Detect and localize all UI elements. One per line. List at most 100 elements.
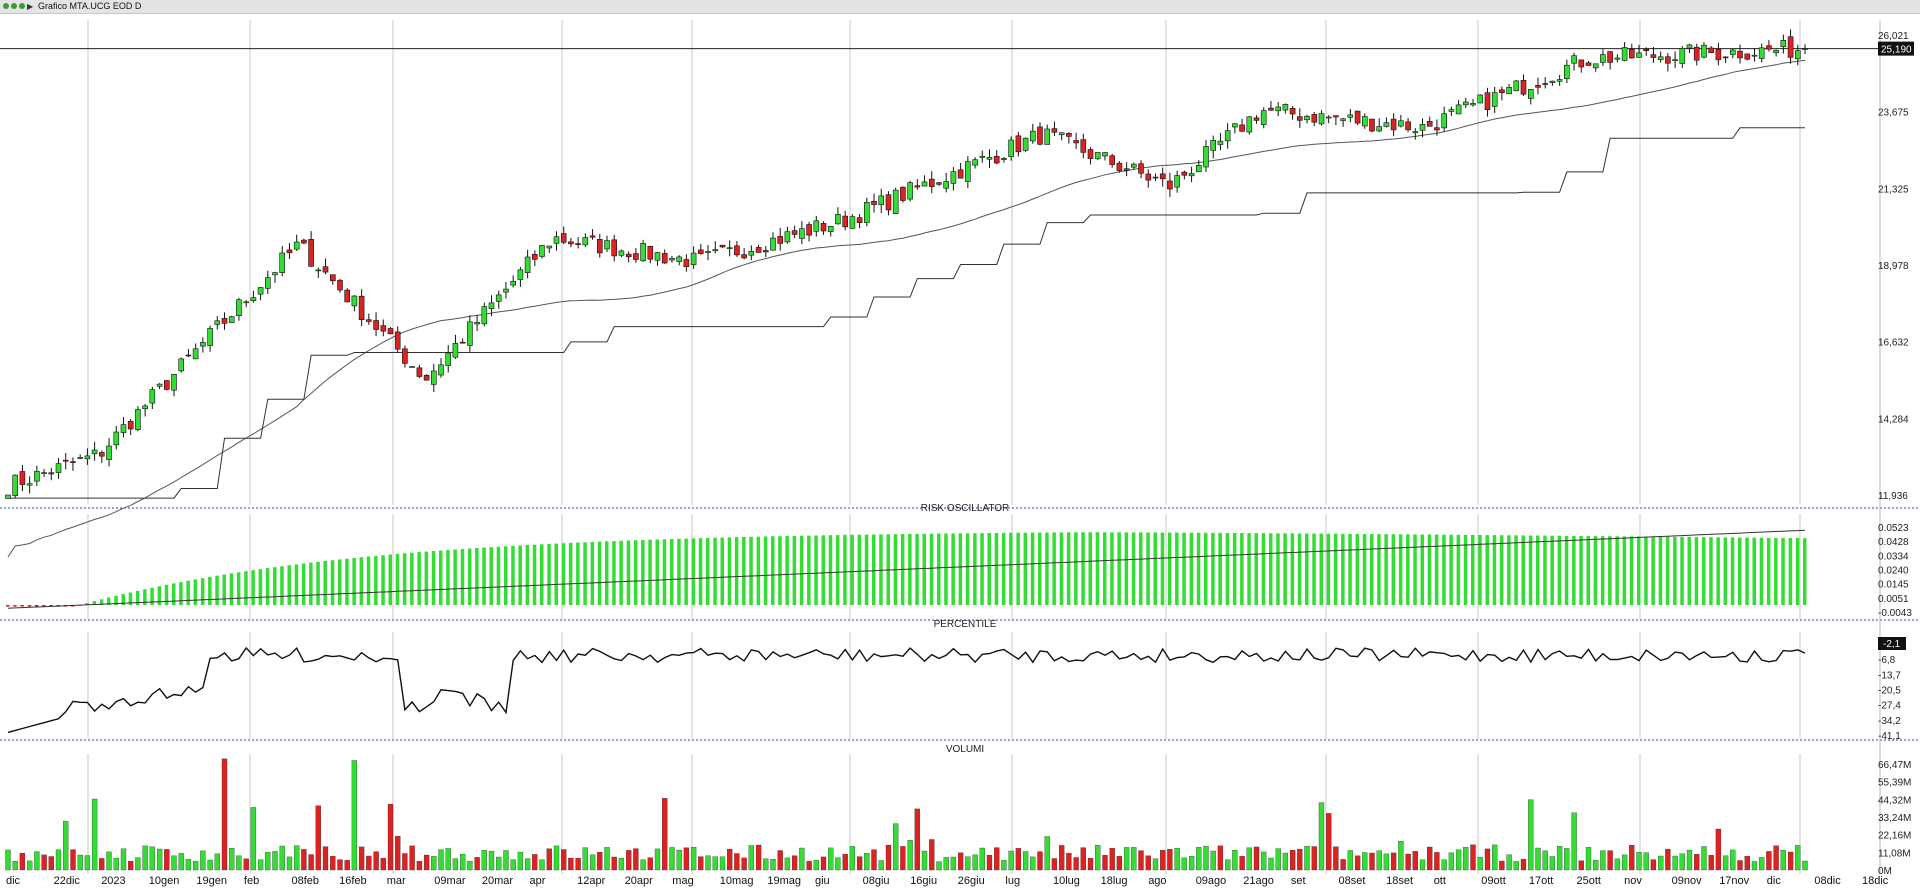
risk-bar	[944, 533, 948, 605]
volume-bar	[1102, 855, 1108, 871]
risk-bar	[1131, 532, 1136, 605]
volume-bar	[1600, 850, 1606, 871]
risk-bar	[1240, 533, 1244, 605]
x-axis-label: 10lug	[1053, 875, 1080, 887]
x-axis-label: 10mag	[720, 875, 754, 887]
candle-body	[1196, 165, 1202, 173]
volume-bar	[142, 845, 148, 871]
risk-bar	[1550, 535, 1554, 605]
volume-bar	[481, 850, 487, 871]
volume-bar	[1253, 846, 1260, 871]
volume-bar	[1275, 848, 1281, 871]
risk-bar	[929, 533, 934, 605]
x-axis-label: 10gen	[149, 875, 180, 887]
risk-bar	[1139, 532, 1143, 605]
x-axis-label: 12apr	[577, 875, 605, 887]
volume-bar	[1210, 850, 1216, 871]
candle-body	[1152, 176, 1159, 179]
risk-bar	[1269, 533, 1273, 606]
risk-bar	[34, 605, 39, 607]
volume-bar	[63, 821, 69, 871]
volume-bar	[1585, 847, 1592, 871]
candle-body	[214, 320, 221, 325]
volume-bar	[1008, 850, 1014, 871]
candle-body	[1758, 47, 1765, 59]
volume-bar	[171, 855, 177, 871]
arrow-icon[interactable]: ▶	[27, 2, 33, 11]
volume-bar	[1304, 846, 1310, 871]
risk-bar	[1572, 535, 1576, 605]
volume-bar	[1160, 850, 1166, 871]
candle-body	[1441, 113, 1447, 129]
x-axis-label: ago	[1148, 875, 1166, 887]
x-axis-label: 20apr	[625, 875, 653, 887]
volume-bar	[1116, 856, 1123, 871]
volume-bar	[524, 858, 531, 871]
candle-body	[1506, 87, 1512, 95]
x-axis-label: mar	[387, 875, 406, 887]
risk-bar	[13, 605, 17, 607]
volume-bar	[582, 847, 588, 871]
risk-bar	[511, 545, 515, 605]
volume-bar	[1614, 858, 1621, 871]
volume-bar	[972, 854, 978, 871]
risk-bar	[1189, 532, 1194, 605]
volume-bar	[1073, 857, 1079, 871]
candle-body	[806, 224, 812, 236]
candle-body	[1686, 44, 1693, 49]
volume-bar	[1022, 851, 1029, 871]
volume-bar	[1513, 861, 1519, 871]
maximize-icon[interactable]	[19, 3, 25, 9]
candle-body	[26, 483, 33, 486]
candle-body	[719, 244, 726, 248]
volume-bar	[791, 855, 798, 871]
close-icon[interactable]	[3, 3, 9, 9]
volume-bar	[395, 836, 401, 871]
candle-body	[185, 354, 192, 357]
x-axis-label: 2023	[101, 875, 125, 887]
risk-bar	[568, 542, 573, 605]
chart-canvas[interactable]: RISK OSCILLATOR PERCENTILE VOLUMI 26,021 23,…	[0, 13, 1920, 888]
volume-bar	[727, 849, 733, 871]
volume-bar	[48, 856, 54, 871]
risk-bar	[561, 543, 566, 605]
candle-body	[1564, 64, 1570, 79]
candle-body	[171, 373, 177, 391]
risk-bar	[1507, 535, 1511, 606]
candle-body	[1253, 117, 1260, 121]
candle-body	[993, 156, 1000, 164]
minimize-icon[interactable]	[11, 3, 17, 9]
volume-bar	[70, 849, 76, 871]
percentile-panel	[7, 646, 1806, 734]
volume-bar	[1412, 851, 1418, 871]
candle-body	[1578, 59, 1585, 68]
x-axis-label: 09mar	[434, 875, 466, 887]
candle-body	[640, 243, 646, 262]
volume-bar	[1109, 848, 1115, 871]
volume-bar	[777, 850, 783, 871]
candle-body	[481, 306, 488, 325]
volume-bar	[871, 849, 877, 871]
candle-body	[1787, 36, 1794, 58]
candle-body	[827, 226, 834, 232]
volume-bar	[1686, 849, 1693, 871]
volume-bar	[91, 798, 98, 871]
risk-bar	[1709, 537, 1713, 605]
x-axis-label: set	[1291, 875, 1306, 887]
volume-bar	[936, 861, 942, 871]
risk-bar	[540, 544, 544, 605]
x-axis-label: dic	[1767, 875, 1782, 887]
risk-bar	[633, 540, 638, 605]
volume-bar	[279, 845, 285, 871]
risk-bar	[1175, 532, 1179, 605]
risk-bar	[1391, 534, 1396, 605]
volume-bar	[1506, 854, 1512, 871]
volume-bar	[113, 857, 119, 871]
risk-bar	[431, 551, 436, 605]
volume-bar	[496, 856, 502, 871]
volume-bar	[1001, 859, 1007, 871]
risk-bar	[1261, 533, 1266, 605]
volume-bar	[748, 845, 754, 871]
current-price-label: 25,190	[1881, 45, 1912, 56]
candle-body	[1001, 158, 1007, 160]
